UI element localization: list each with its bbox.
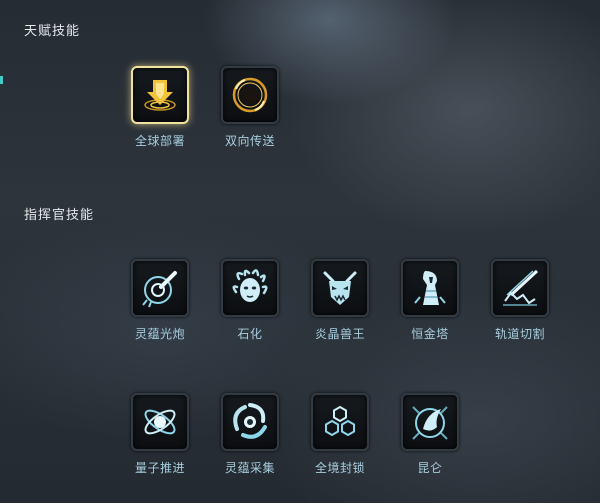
petrify-medusa-icon	[221, 259, 279, 317]
skill-bidirectional-teleport[interactable]: 双向传送	[219, 66, 281, 149]
skill-label: 全境封锁	[314, 461, 365, 475]
skill-label: 石化	[237, 327, 263, 341]
skill-label: 双向传送	[224, 134, 275, 148]
skill-flame-crystal-beast-king[interactable]: 炎晶兽王	[309, 259, 371, 342]
bidirectional-teleport-icon	[221, 66, 279, 124]
skill-label: 炎晶兽王	[314, 327, 365, 341]
skill-label: 轨道切割	[494, 327, 545, 341]
skill-label: 灵蕴光炮	[134, 327, 185, 341]
commander-section-title: 指挥官技能	[24, 208, 95, 223]
spirit-cannon-icon	[131, 259, 189, 317]
skill-petrify[interactable]: 石化	[219, 259, 281, 342]
skill-total-lockdown[interactable]: 全境封锁	[309, 393, 371, 476]
skill-label: 昆仑	[417, 461, 443, 475]
skill-label: 恒金塔	[411, 327, 449, 341]
skill-orbital-cut[interactable]: 轨道切割	[489, 259, 551, 342]
skill-kunlun[interactable]: 昆仑	[399, 393, 461, 476]
global-deploy-icon	[131, 66, 189, 124]
kunlun-icon	[401, 393, 459, 451]
skill-eternal-gold-tower[interactable]: 恒金塔	[399, 259, 461, 342]
skill-label: 全球部署	[134, 134, 185, 148]
skill-label: 灵蕴采集	[224, 461, 275, 475]
quantum-propulsion-icon	[131, 393, 189, 451]
skill-spirit-cannon[interactable]: 灵蕴光炮	[129, 259, 191, 342]
talent-section-title: 天赋技能	[24, 24, 81, 39]
flame-crystal-beast-king-icon	[311, 259, 369, 317]
edge-indicator	[0, 76, 3, 84]
spirit-harvest-icon	[221, 393, 279, 451]
total-lockdown-icon	[311, 393, 369, 451]
skill-quantum-propulsion[interactable]: 量子推进	[129, 393, 191, 476]
orbital-cut-icon	[491, 259, 549, 317]
eternal-gold-tower-icon	[401, 259, 459, 317]
skill-spirit-harvest[interactable]: 灵蕴采集	[219, 393, 281, 476]
skill-global-deploy[interactable]: 全球部署	[129, 66, 191, 149]
skill-label: 量子推进	[134, 461, 185, 475]
